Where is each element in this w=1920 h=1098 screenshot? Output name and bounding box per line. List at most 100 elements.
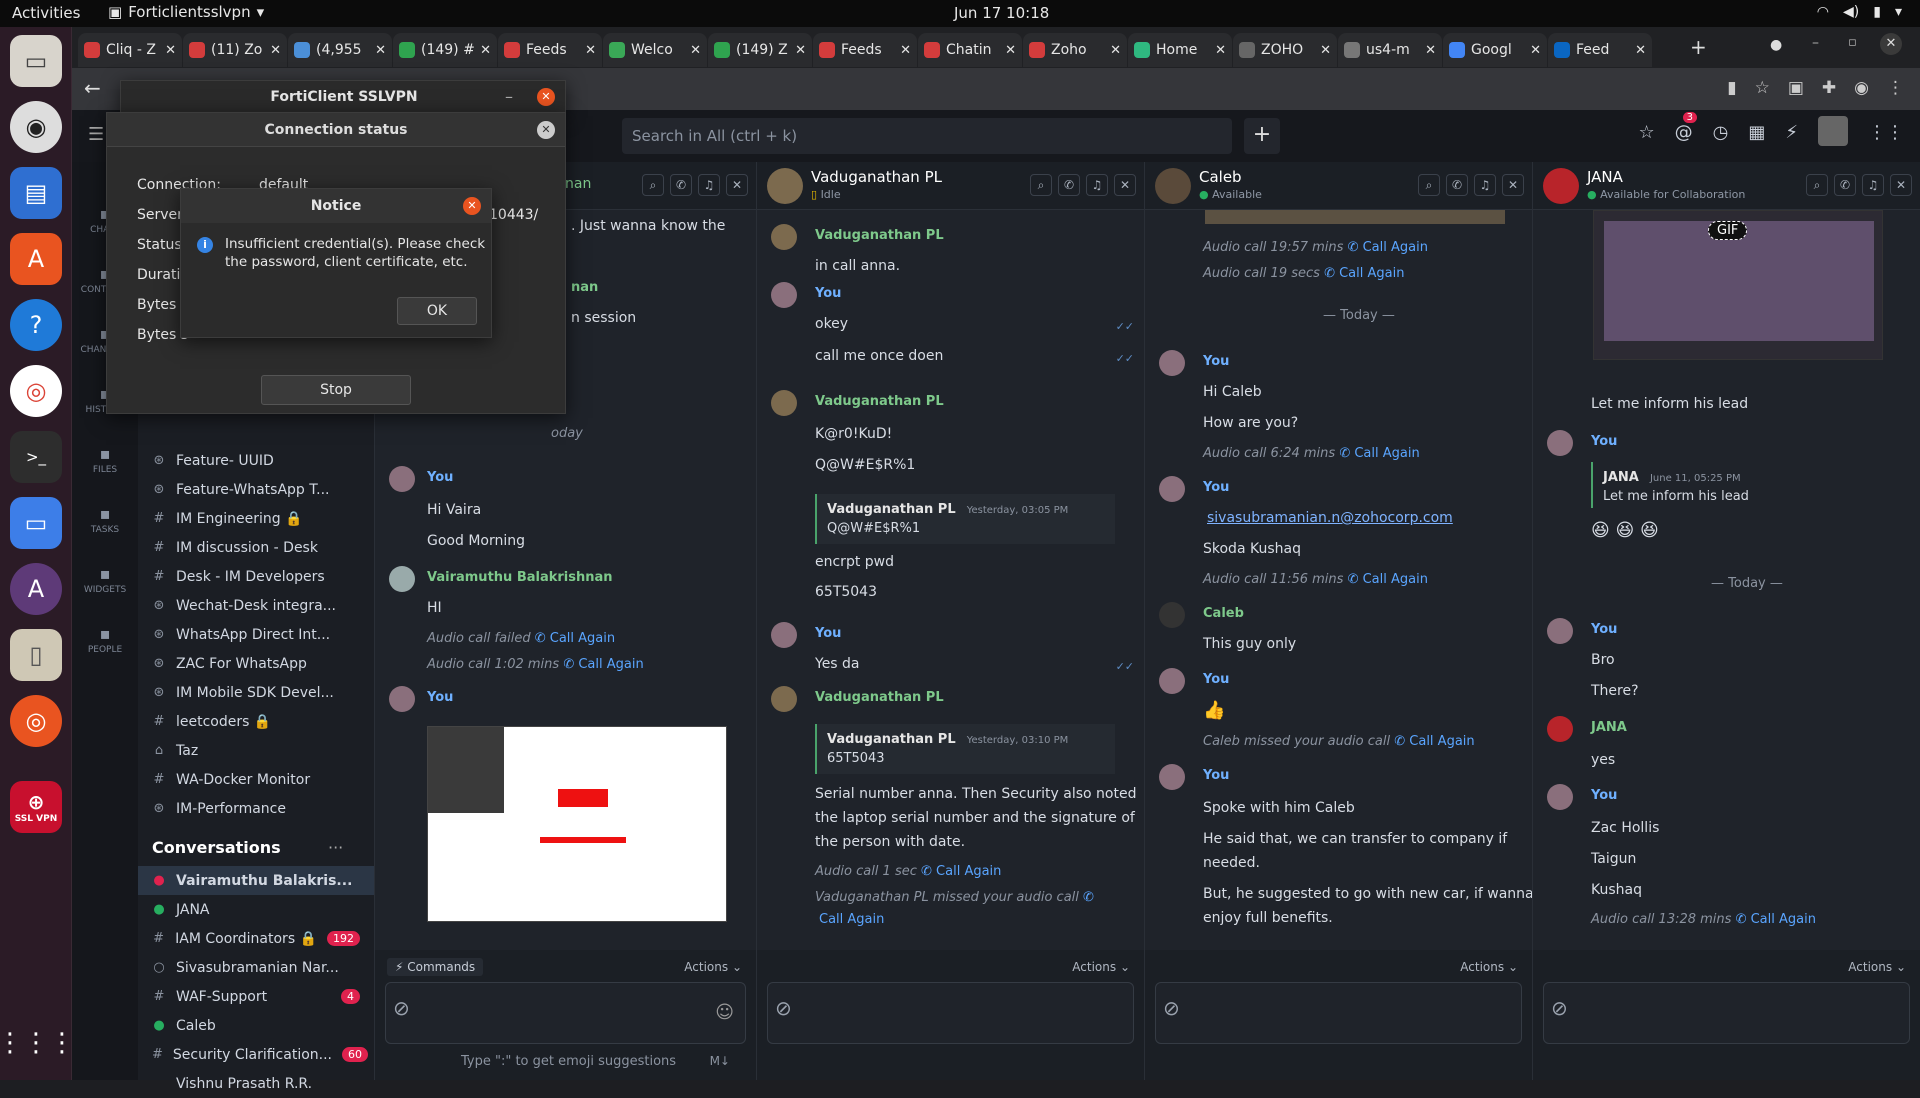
app-grid-icon[interactable]: ⋮⋮ (1868, 122, 1904, 146)
sender-name[interactable]: You (427, 690, 453, 705)
email-link[interactable]: sivasubramanian.n@zohocorp.com (1207, 510, 1453, 526)
close-tab-icon[interactable]: ✕ (1635, 43, 1646, 58)
markdown-icon[interactable]: M↓ (710, 1054, 730, 1068)
close-icon[interactable]: ✕ (537, 121, 555, 139)
show-apps-icon[interactable]: ⋮⋮⋮ (0, 1017, 75, 1069)
call-again-link[interactable]: ✆ Call Again (535, 631, 615, 646)
browser-tab[interactable]: Feed ✕ (1548, 33, 1652, 67)
close-tab-icon[interactable]: ✕ (585, 43, 596, 58)
conversation-item[interactable]: Vishnu Prasath R.R. (138, 1069, 374, 1098)
browser-tab[interactable]: Feeds ✕ (813, 33, 917, 67)
close-tab-icon[interactable]: ✕ (795, 43, 806, 58)
ok-button[interactable]: OK (397, 297, 477, 325)
tab-search-icon[interactable]: ● (1770, 37, 1782, 53)
writer-icon[interactable]: ▤ (10, 167, 62, 219)
kebab-menu-icon[interactable]: ⋮ (1887, 78, 1904, 98)
app-menu[interactable]: ▣ Forticlientsslvpn ▾ (108, 3, 264, 21)
search-icon[interactable]: ⌕ (1806, 174, 1828, 196)
sender-name[interactable]: You (1203, 672, 1229, 687)
browser-tab[interactable]: (11) Zo ✕ (183, 33, 287, 67)
rail-item-files[interactable]: ▪ FILES (72, 444, 138, 475)
rail-item-widgets[interactable]: ▪ WIDGETS (72, 564, 138, 595)
sender-name[interactable]: You (1591, 788, 1617, 803)
sender-name[interactable]: Vaduganathan PL (815, 394, 944, 409)
sender-name[interactable]: You (815, 286, 841, 301)
actions-dropdown[interactable]: Actions ⌄ (1848, 960, 1906, 974)
conversation-item[interactable]: ● JANA (138, 895, 374, 924)
contact-name[interactable]: Caleb (1199, 168, 1242, 186)
close-tab-icon[interactable]: ✕ (165, 43, 176, 58)
close-icon[interactable]: ✕ (1890, 174, 1912, 196)
close-icon[interactable]: ✕ (726, 174, 748, 196)
star-icon[interactable]: ☆ (1638, 122, 1654, 146)
call-icon[interactable]: ✆ (1446, 174, 1468, 196)
emoji-icon[interactable]: ☺ (715, 1002, 734, 1023)
actions-dropdown[interactable]: Actions ⌄ (1072, 960, 1130, 974)
restore-icon[interactable]: ▫ (1848, 35, 1857, 50)
conversation-item[interactable]: ● Vairamuthu Balakris... (138, 866, 374, 895)
image-attachment-partial[interactable] (1205, 210, 1505, 224)
close-tab-icon[interactable]: ✕ (900, 43, 911, 58)
gif-attachment[interactable]: GIF (1593, 210, 1883, 360)
call-again-link[interactable]: ✆ Call Again (1736, 912, 1816, 927)
bookmark-star-icon[interactable]: ☆ (1755, 78, 1770, 98)
call-again-link[interactable]: ✆ Call Again (1348, 240, 1428, 255)
sender-name[interactable]: You (1203, 768, 1229, 783)
extension-icon[interactable]: ▣ (1788, 78, 1804, 98)
stop-button[interactable]: Stop (261, 375, 411, 405)
conversation-item[interactable]: ● Caleb (138, 1011, 374, 1040)
close-icon[interactable]: ✕ (1502, 174, 1524, 196)
archive-icon[interactable]: ▯ (10, 629, 62, 681)
browser-tab[interactable]: ZOHO ✕ (1233, 33, 1337, 67)
conversation-item[interactable]: # WAF-Support 4 (138, 982, 374, 1011)
add-button[interactable]: + (1244, 118, 1280, 154)
files-app-icon[interactable]: ▭ (10, 35, 62, 87)
sender-name[interactable]: Caleb (1203, 606, 1244, 621)
contact-avatar[interactable] (767, 168, 803, 204)
activities-button[interactable]: Activities (12, 4, 80, 22)
message-input[interactable] (1155, 982, 1522, 1044)
close-icon[interactable]: ✕ (463, 197, 481, 215)
bell-icon[interactable]: ♫ (1474, 174, 1496, 196)
sender-name[interactable]: You (427, 470, 453, 485)
channel-item[interactable]: ⊛ IM-Performance (138, 794, 374, 823)
close-tab-icon[interactable]: ✕ (1005, 43, 1016, 58)
new-tab-button[interactable]: + (1690, 35, 1707, 59)
user-avatar[interactable] (1818, 116, 1848, 146)
rhythmbox-icon[interactable]: ◉ (10, 101, 62, 153)
help-icon[interactable]: ? (10, 299, 62, 351)
profile-avatar[interactable]: ◉ (1854, 78, 1869, 98)
camera-icon[interactable]: ▮ (1727, 78, 1736, 98)
contact-avatar[interactable] (1155, 168, 1191, 204)
call-again-link[interactable]: ✆ Call Again (1348, 572, 1428, 587)
app-store-icon[interactable]: A (10, 563, 62, 615)
channel-item[interactable]: ⊛ WhatsApp Direct Int... (138, 620, 374, 649)
browser-tab[interactable]: Welco ✕ (603, 33, 707, 67)
quoted-message[interactable]: Vaduganathan PL Yesterday, 03:10 PM 65T5… (815, 724, 1115, 774)
commands-button[interactable]: ⚡ Commands (387, 958, 484, 976)
hamburger-icon[interactable]: ☰ (88, 124, 104, 145)
call-again-link[interactable]: ✆ Call Again (1324, 266, 1404, 281)
browser-tab[interactable]: Feeds ✕ (498, 33, 602, 67)
software-center-icon[interactable]: A (10, 233, 62, 285)
attach-icon[interactable]: ⊘ (1163, 996, 1180, 1020)
channel-item[interactable]: # IM discussion - Desk (138, 533, 374, 562)
close-tab-icon[interactable]: ✕ (270, 43, 281, 58)
rail-item-tasks[interactable]: ▪ TASKS (72, 504, 138, 535)
system-tray[interactable]: ◠ ◀) ▮ ▾ (1817, 4, 1902, 20)
contact-avatar[interactable] (1543, 168, 1579, 204)
conversation-item[interactable]: # Security Clarification... 60 (138, 1040, 374, 1069)
conversation-item[interactable]: ○ Sivasubramanian Nar... (138, 953, 374, 982)
message-input[interactable] (1543, 982, 1910, 1044)
minimize-icon[interactable]: – (1812, 35, 1819, 51)
bell-icon[interactable]: ♫ (1086, 174, 1108, 196)
close-tab-icon[interactable]: ✕ (1110, 43, 1121, 58)
ubuntu-icon[interactable]: ◎ (10, 695, 62, 747)
conversation-item[interactable]: # IAM Coordinators 🔒 192 (138, 924, 374, 953)
browser-tab[interactable]: Zoho ✕ (1023, 33, 1127, 67)
search-icon[interactable]: ⌕ (1418, 174, 1440, 196)
channel-item[interactable]: # leetcoders 🔒 (138, 707, 374, 736)
channel-item[interactable]: # IM Engineering 🔒 (138, 504, 374, 533)
close-icon[interactable]: ✕ (1114, 174, 1136, 196)
call-again-link[interactable]: ✆ Call Again (1339, 446, 1419, 461)
